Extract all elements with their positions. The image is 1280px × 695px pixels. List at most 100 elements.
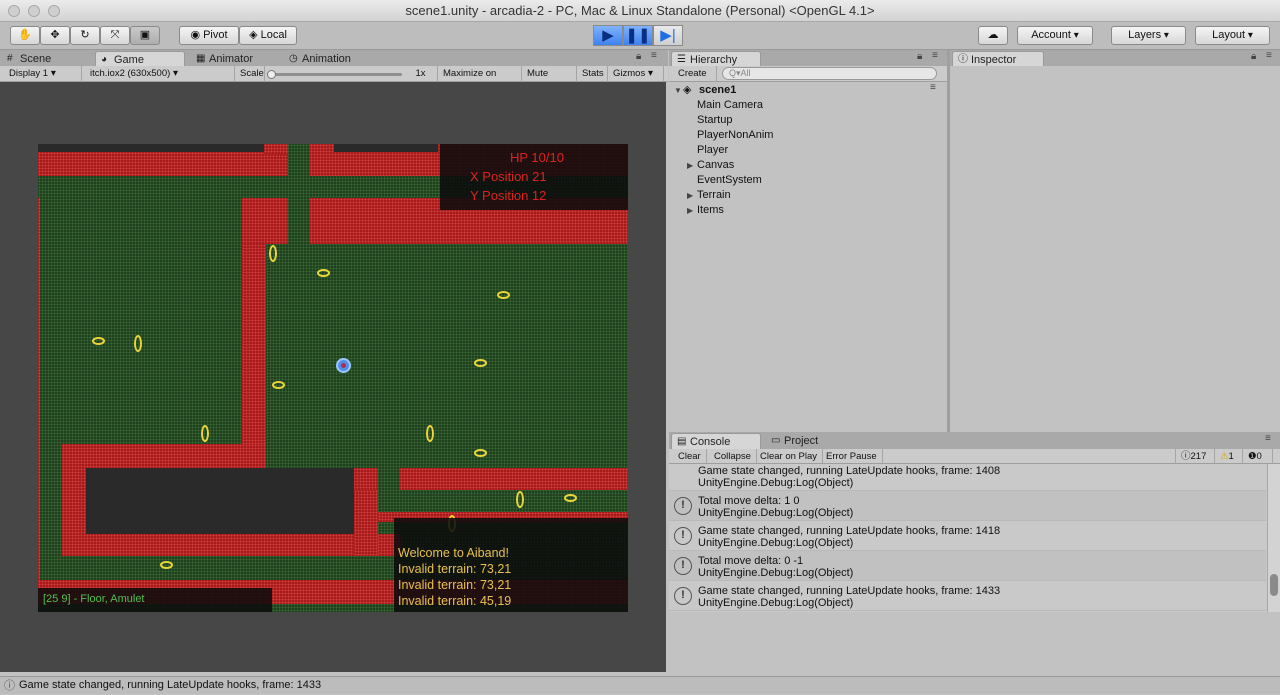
tab-scene[interactable]: # Scene	[2, 51, 87, 67]
console-log-list: Game state changed, running LateUpdate h…	[669, 464, 1280, 612]
hierarchy-item-main-camera[interactable]: Main Camera	[697, 98, 763, 113]
log-entry[interactable]: ! Total move delta: 0 -1 UnityEngine.Deb…	[669, 551, 1266, 581]
lock-icon[interactable]: 🔒︎	[636, 51, 641, 62]
local-toggle-button[interactable]: ◈ Local	[239, 26, 297, 45]
display-dropdown[interactable]: Display 1	[4, 66, 82, 82]
hierarchy-toolbar: Create Q▾All	[669, 66, 947, 82]
expand-terrain-icon[interactable]: ▶	[687, 188, 693, 203]
local-label: Local	[260, 29, 287, 41]
status-text[interactable]: Game state changed, running LateUpdate h…	[19, 677, 321, 694]
panel-menu-icon[interactable]: ≡	[932, 50, 938, 61]
tab-hierarchy-label: Hierarchy	[690, 54, 738, 66]
expand-scene-icon[interactable]: ▼	[674, 83, 682, 98]
log-entry[interactable]: ! Game state changed, running LateUpdate…	[669, 521, 1266, 551]
scene-root-item[interactable]: scene1	[699, 83, 736, 98]
window-title: scene1.unity - arcadia-2 - PC, Mac & Lin…	[405, 3, 875, 18]
pivot-toggle-button[interactable]: ◉ Pivot	[179, 26, 239, 45]
layers-dropdown[interactable]: Layers	[1111, 26, 1186, 45]
log-info-icon: !	[674, 527, 692, 545]
panel-menu-icon[interactable]: ≡	[1265, 433, 1271, 444]
close-window-button[interactable]	[8, 5, 20, 17]
pause-icon: ❚❚	[625, 27, 651, 44]
stats-toggle[interactable]: Stats	[577, 66, 608, 82]
hierarchy-item-playernonanim[interactable]: PlayerNonAnim	[697, 128, 773, 143]
maximize-on-play-toggle[interactable]: Maximize on Play	[438, 66, 522, 94]
error-pause-toggle[interactable]: Error Pause	[821, 449, 883, 465]
error-count-toggle[interactable]: ❶0	[1243, 449, 1273, 465]
log-info-icon: !	[674, 557, 692, 575]
scale-slider-handle[interactable]	[267, 70, 276, 79]
hp-readout: HP 10/10	[510, 150, 564, 165]
lock-icon[interactable]: 🔒︎	[1251, 51, 1256, 62]
hierarchy-item-startup[interactable]: Startup	[697, 113, 732, 128]
scene-menu-icon[interactable]: ≡	[930, 82, 936, 93]
log-entry[interactable]: ! Game state changed, running LateUpdate…	[669, 581, 1266, 611]
amulet-item	[134, 335, 142, 352]
clear-on-play-toggle[interactable]: Clear on Play	[755, 449, 824, 465]
amulet-item	[564, 494, 577, 502]
tab-project[interactable]: ▭ Project	[766, 433, 851, 449]
tab-scene-label: Scene	[20, 53, 52, 65]
hierarchy-item-eventsystem[interactable]: EventSystem	[697, 173, 762, 188]
grid-icon: #	[7, 53, 13, 64]
warning-icon: ⚠	[1220, 451, 1229, 462]
gizmos-dropdown[interactable]: Gizmos	[608, 66, 664, 82]
hierarchy-item-player[interactable]: Player	[697, 143, 728, 158]
game-canvas[interactable]: HP 10/10 X Position 21 Y Position 12 Wel…	[38, 144, 628, 612]
console-scrollbar-thumb[interactable]	[1270, 574, 1278, 596]
message-line: Invalid terrain: 73,21	[398, 578, 512, 592]
tab-inspector[interactable]: ⓘ Inspector	[952, 51, 1044, 67]
panel-menu-icon[interactable]: ≡	[651, 50, 657, 61]
hierarchy-item-canvas[interactable]: Canvas	[697, 158, 734, 173]
info-count-toggle[interactable]: ⓘ217	[1175, 449, 1215, 465]
game-view[interactable]: HP 10/10 X Position 21 Y Position 12 Wel…	[0, 82, 666, 672]
minimize-window-button[interactable]	[28, 5, 40, 17]
layout-dropdown[interactable]: Layout	[1195, 26, 1270, 45]
lock-icon[interactable]: 🔒︎	[917, 51, 922, 62]
collapse-button[interactable]: Collapse	[709, 449, 757, 465]
log-entry[interactable]: ! Total move delta: 1 0 UnityEngine.Debu…	[669, 491, 1266, 521]
move-tool-icon[interactable]: ✥	[40, 26, 70, 45]
account-dropdown[interactable]: Account	[1017, 26, 1093, 45]
play-button[interactable]: ▶	[593, 25, 623, 46]
pivot-label: Pivot	[203, 29, 228, 41]
expand-items-icon[interactable]: ▶	[687, 203, 693, 218]
rect-tool-icon[interactable]: ▣	[130, 26, 160, 45]
log-message: Total move delta: 0 -1	[698, 555, 804, 567]
log-entry[interactable]: Game state changed, running LateUpdate h…	[669, 464, 1266, 491]
hierarchy-item-items[interactable]: Items	[697, 203, 724, 218]
play-icon: ▶	[602, 27, 614, 44]
create-dropdown[interactable]: Create	[673, 66, 717, 82]
expand-canvas-icon[interactable]: ▶	[687, 158, 693, 173]
scale-slider[interactable]	[267, 70, 402, 79]
window-titlebar: scene1.unity - arcadia-2 - PC, Mac & Lin…	[0, 0, 1280, 22]
mute-audio-toggle[interactable]: Mute audio	[522, 66, 577, 94]
scale-tool-icon[interactable]: ⤧	[100, 26, 130, 45]
wall-tile	[354, 490, 378, 556]
console-icon: ▤	[677, 436, 687, 447]
tab-game[interactable]: ◕ Game	[95, 51, 185, 67]
pause-button[interactable]: ❚❚	[623, 25, 653, 46]
x-position-readout: X Position 21	[470, 169, 547, 184]
panel-divider[interactable]	[947, 50, 950, 432]
tab-project-label: Project	[784, 435, 819, 447]
tab-console[interactable]: ▤ Console	[671, 433, 761, 449]
resolution-dropdown[interactable]: itch.iox2 (630x500)	[85, 66, 235, 82]
clear-button[interactable]: Clear	[673, 449, 707, 465]
panel-menu-icon[interactable]: ≡	[1266, 50, 1272, 61]
cloud-button[interactable]: ☁	[978, 26, 1008, 45]
log-trace: UnityEngine.Debug:Log(Object)	[698, 477, 854, 489]
hierarchy-item-terrain[interactable]: Terrain	[697, 188, 731, 203]
zoom-window-button[interactable]	[48, 5, 60, 17]
hierarchy-search-input[interactable]: Q▾All	[722, 67, 937, 80]
warning-count-toggle[interactable]: ⚠1	[1215, 449, 1243, 465]
tab-animator[interactable]: ▦ Animator	[191, 51, 276, 67]
rotate-tool-icon[interactable]: ↻	[70, 26, 100, 45]
tab-hierarchy[interactable]: ☰ Hierarchy	[671, 51, 761, 67]
step-button[interactable]: ▶|	[653, 25, 683, 46]
void-tile	[86, 468, 354, 534]
console-scrollbar[interactable]	[1267, 464, 1280, 612]
tab-animation[interactable]: ◷ Animation	[284, 51, 374, 67]
message-log-panel: Welcome to Aiband! Invalid terrain: 73,2…	[394, 518, 628, 612]
hand-tool-icon[interactable]: ✋	[10, 26, 40, 45]
